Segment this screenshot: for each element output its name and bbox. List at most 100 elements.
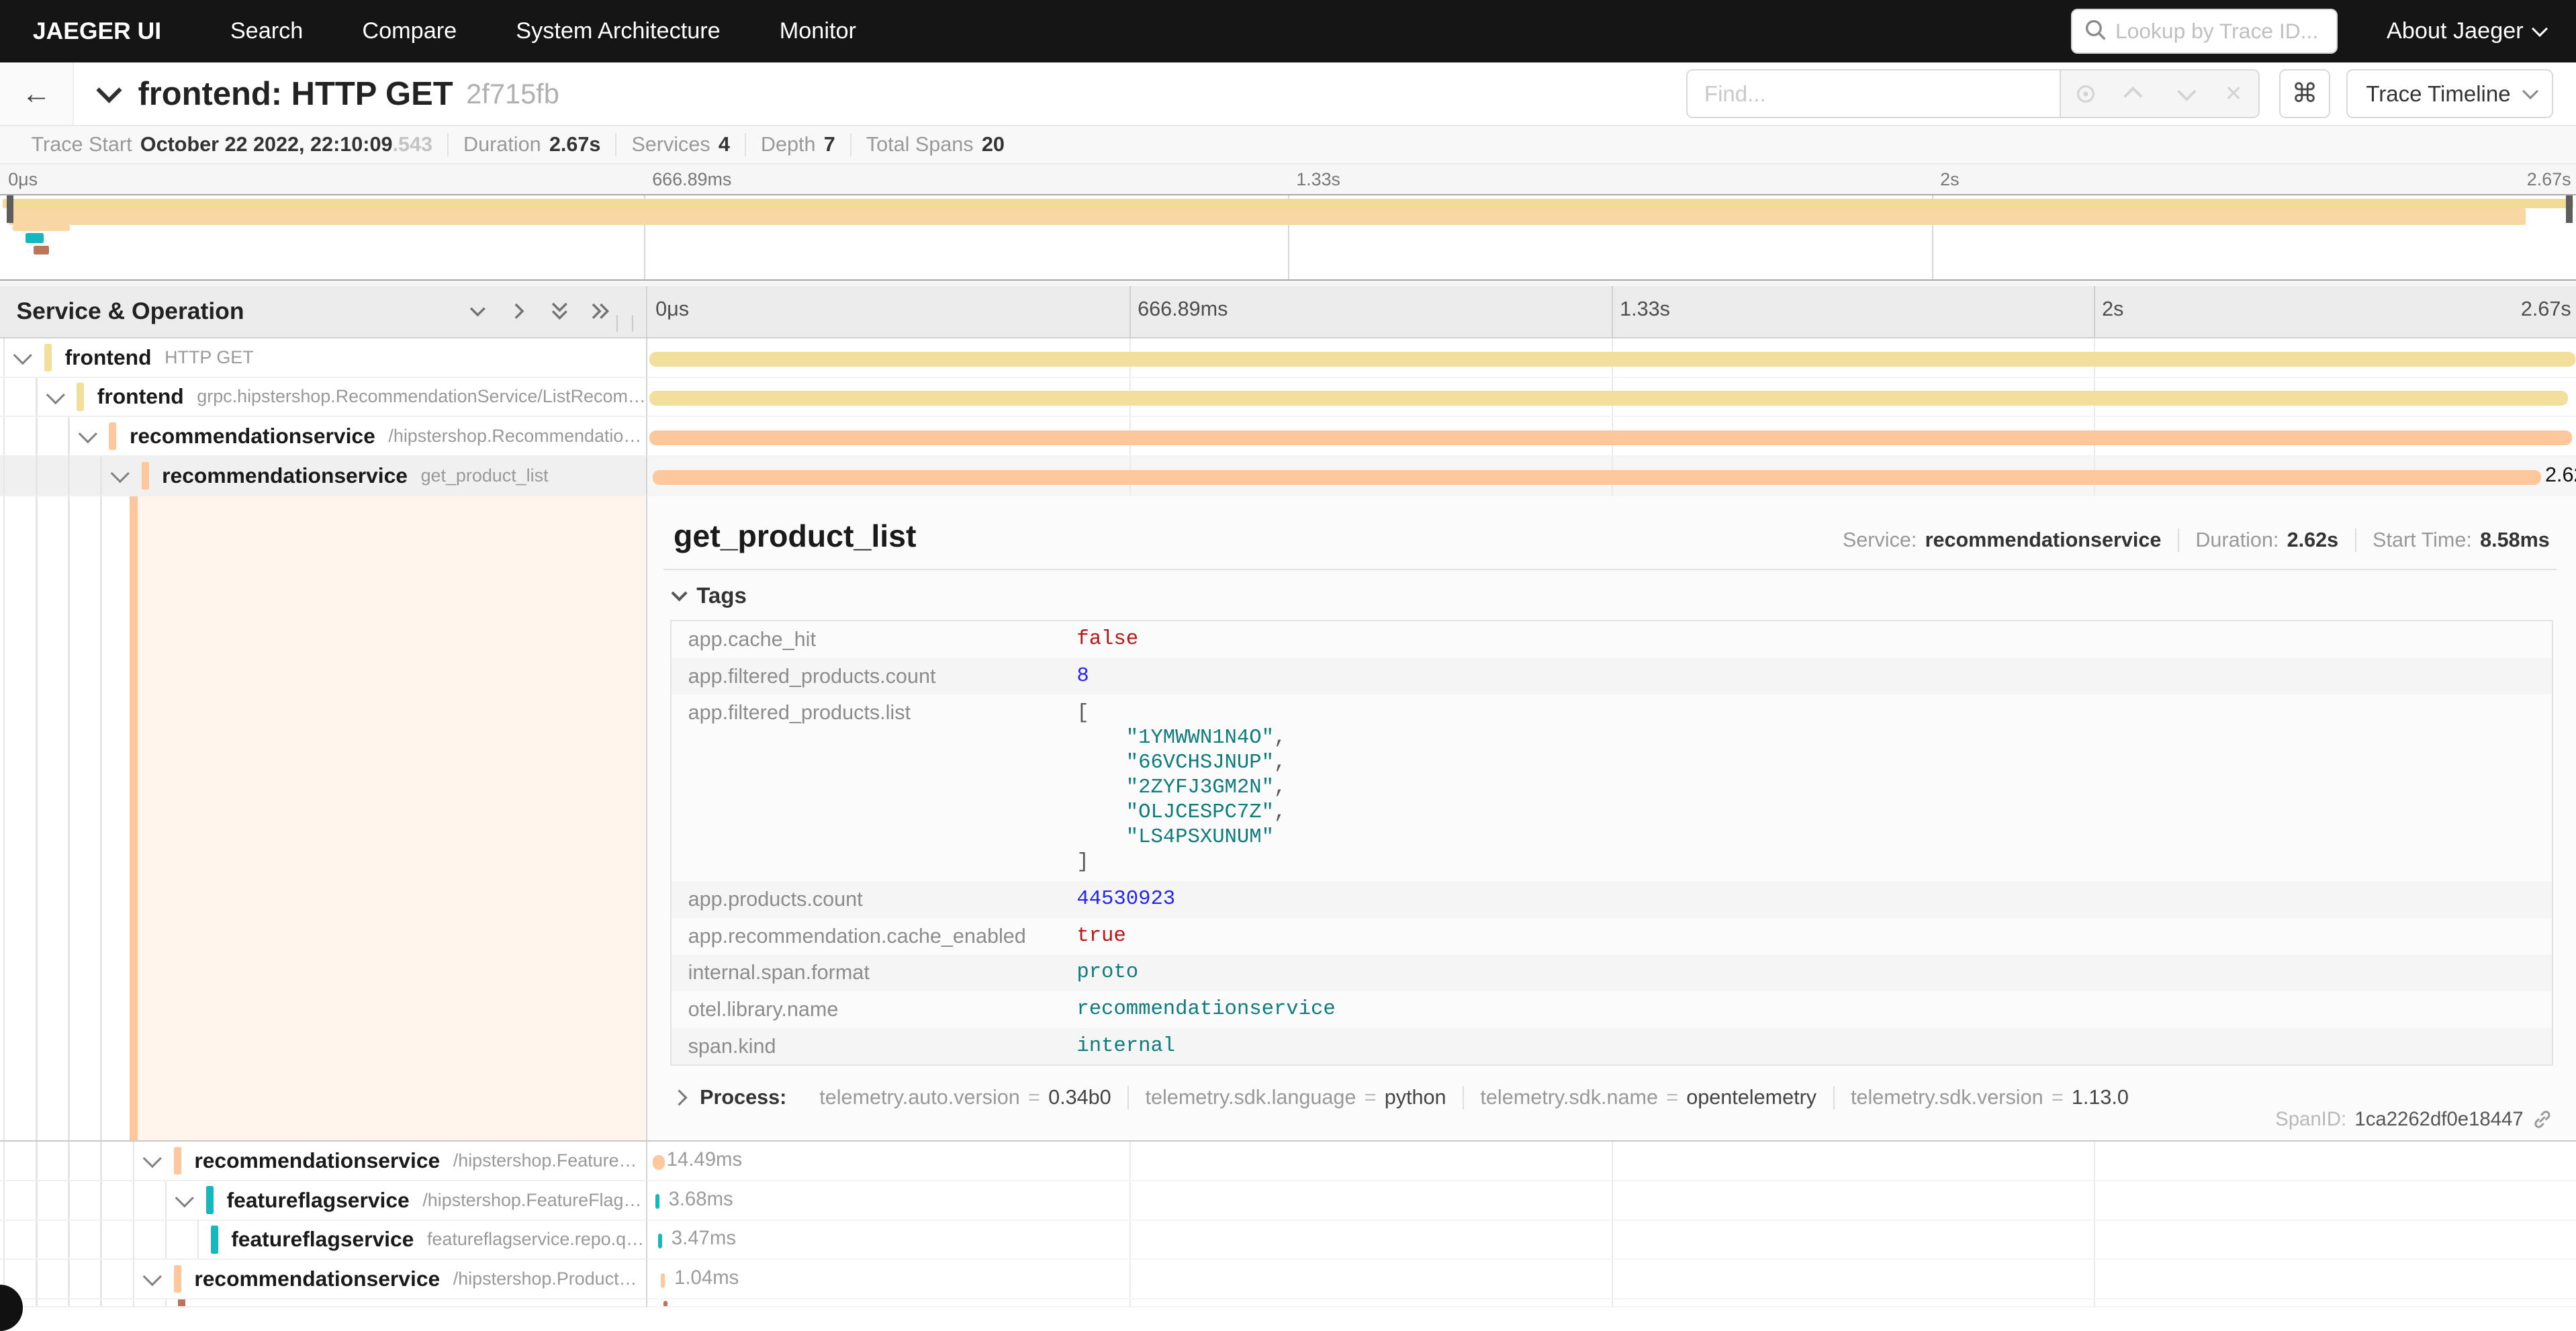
timeline-gridline	[1612, 1260, 1613, 1298]
span-collapse-chevron-icon[interactable]	[46, 385, 65, 404]
search-icon	[2084, 19, 2107, 42]
span-name-cell[interactable]: featureflagservice/hipstershop.FeatureFl…	[0, 1181, 647, 1221]
tag-key: otel.library.name	[671, 991, 1060, 1028]
tag-value: 8	[1060, 658, 2552, 695]
next-match-icon[interactable]	[2160, 71, 2209, 116]
chevron-right-icon[interactable]	[671, 1089, 687, 1105]
operation-name: /hipstershop.FeatureFlagService…	[453, 1150, 646, 1171]
jaeger-logo[interactable]: JAEGER UI	[33, 17, 161, 45]
tag-row[interactable]: app.filtered_products.list[ "1YMWWN1N4O"…	[671, 694, 2552, 881]
tag-row[interactable]: app.cache_hitfalse	[671, 621, 2552, 658]
span-timeline-cell[interactable]: 2.62s	[647, 457, 2576, 496]
nav-item-monitor[interactable]: Monitor	[780, 18, 856, 44]
ruler-tick-label: 2.67s	[2527, 169, 2576, 190]
span-duration-bar[interactable]	[653, 470, 2541, 485]
tag-row[interactable]: otel.library.namerecommendationservice	[671, 991, 2552, 1028]
span-duration-bar[interactable]	[658, 1234, 662, 1248]
tag-value: [ "1YMWWN1N4O", "66VCHSJNUP", "2ZYFJ3GM2…	[1060, 694, 2552, 881]
indent-guide	[133, 1181, 134, 1220]
focus-match-icon[interactable]	[2061, 71, 2110, 116]
span-duration-bar[interactable]	[655, 1194, 659, 1209]
ruler-tick-line	[2094, 286, 2095, 337]
span-duration-bar[interactable]	[649, 430, 2572, 445]
service-name: recommendationservice	[162, 463, 408, 488]
span-name-cell[interactable]: featureflagservicefeatureflagservice.rep…	[0, 1221, 647, 1260]
tag-key: internal.span.format	[671, 955, 1060, 992]
span-duration-bar[interactable]	[663, 1301, 668, 1307]
indent-guide	[68, 1260, 69, 1298]
span-timeline-cell[interactable]: 3.68ms	[647, 1181, 2576, 1221]
indent-guide	[100, 1260, 101, 1298]
span-duration-bar[interactable]	[653, 1155, 664, 1170]
span-collapse-chevron-icon[interactable]	[111, 464, 130, 483]
span-collapse-chevron-icon[interactable]	[175, 1189, 194, 1207]
about-jaeger-label: About Jaeger	[2387, 18, 2524, 44]
nav-item-compare[interactable]: Compare	[362, 18, 457, 44]
trace-view-selector[interactable]: Trace Timeline	[2346, 69, 2552, 118]
span-name-cell[interactable]: recommendationserviceget_product_list	[0, 457, 647, 496]
span-collapse-chevron-icon[interactable]	[143, 1267, 162, 1286]
span-name-cell[interactable]: recommendationservice/hipstershop.Recomm…	[0, 417, 647, 457]
minimap-viewport-handle-left[interactable]	[7, 195, 13, 224]
span-timeline-cell[interactable]: 3.47ms	[647, 1221, 2576, 1260]
tag-row[interactable]: app.recommendation.cache_enabledtrue	[671, 918, 2552, 955]
span-name-cell[interactable]	[0, 1299, 647, 1307]
ruler-tick-label: 1.33s	[1288, 169, 1340, 190]
nav-item-search[interactable]: Search	[230, 18, 303, 44]
expand-all-icon[interactable]	[588, 299, 613, 324]
tag-row[interactable]: app.products.count44530923	[671, 881, 2552, 918]
span-duration-bar[interactable]	[649, 352, 2575, 367]
span-name-cell[interactable]: recommendationservice/hipstershop.Produc…	[0, 1260, 647, 1299]
top-nav: JAEGER UI Search Compare System Architec…	[0, 0, 2576, 62]
tag-row[interactable]: app.filtered_products.count8	[671, 658, 2552, 695]
service-color-bar	[142, 462, 149, 490]
span-duration-bar[interactable]	[649, 391, 2569, 406]
span-timeline-cell[interactable]	[647, 1299, 2576, 1307]
indent-guide	[36, 457, 37, 495]
span-timeline-cell[interactable]: 1.04ms	[647, 1260, 2576, 1299]
span-name-cell[interactable]: frontendHTTP GET	[0, 338, 647, 378]
clear-find-icon[interactable]: ✕	[2209, 71, 2258, 116]
collapse-one-icon[interactable]	[465, 299, 490, 324]
span-collapse-chevron-icon[interactable]	[143, 1149, 162, 1168]
column-resize-grip[interactable]: ❘❘	[610, 312, 641, 332]
chevron-down-icon	[2522, 83, 2538, 99]
span-row: recommendationservice/hipstershop.Produc…	[0, 1260, 2576, 1299]
span-timeline-cell[interactable]: 14.49ms	[647, 1142, 2576, 1181]
tag-row[interactable]: internal.span.formatproto	[671, 955, 2552, 992]
operation-name: featureflagservice.repo.query:fe…	[427, 1229, 646, 1250]
collapse-all-icon[interactable]	[547, 299, 572, 324]
indent-guide	[3, 1181, 5, 1220]
tag-row[interactable]: span.kindinternal	[671, 1028, 2552, 1066]
expand-one-icon[interactable]	[506, 299, 531, 324]
trace-id-lookup-input[interactable]	[2071, 9, 2337, 53]
operation-name: /hipstershop.RecommendationService/Lis…	[388, 426, 646, 447]
span-collapse-chevron-icon[interactable]	[79, 424, 97, 443]
span-duration-bar[interactable]	[661, 1273, 665, 1288]
ruler-tick-label: 666.89ms	[644, 169, 731, 190]
span-timeline-cell[interactable]	[647, 417, 2576, 457]
span-timeline-cell[interactable]	[647, 338, 2576, 378]
indent-guide	[100, 1181, 101, 1220]
span-row	[0, 1299, 2576, 1307]
tag-key: app.cache_hit	[671, 621, 1060, 658]
link-icon[interactable]	[2532, 1109, 2553, 1130]
trace-depth: Depth7	[746, 133, 852, 156]
span-name-cell[interactable]: frontendgrpc.hipstershop.RecommendationS…	[0, 378, 647, 418]
span-name-cell[interactable]: recommendationservice/hipstershop.Featur…	[0, 1142, 647, 1181]
about-jaeger-menu[interactable]: About Jaeger	[2387, 18, 2543, 44]
indent-guide	[3, 378, 5, 416]
chevron-down-icon	[2532, 21, 2548, 37]
collapse-trace-chevron-icon[interactable]	[97, 78, 122, 103]
back-button[interactable]: ←	[0, 62, 74, 125]
minimap-viewport-handle-right[interactable]	[2566, 195, 2573, 224]
tags-section-toggle[interactable]: Tags	[663, 583, 2556, 608]
minimap-canvas[interactable]	[0, 194, 2576, 281]
span-collapse-chevron-icon[interactable]	[13, 346, 32, 365]
ruler-tick-label: 1.33s	[1612, 297, 1670, 321]
nav-item-system-architecture[interactable]: System Architecture	[516, 18, 720, 44]
prev-match-icon[interactable]	[2111, 71, 2160, 116]
keyboard-shortcuts-button[interactable]: ⌘	[2279, 69, 2330, 118]
span-timeline-cell[interactable]	[647, 378, 2576, 418]
find-input[interactable]	[1686, 69, 2061, 118]
